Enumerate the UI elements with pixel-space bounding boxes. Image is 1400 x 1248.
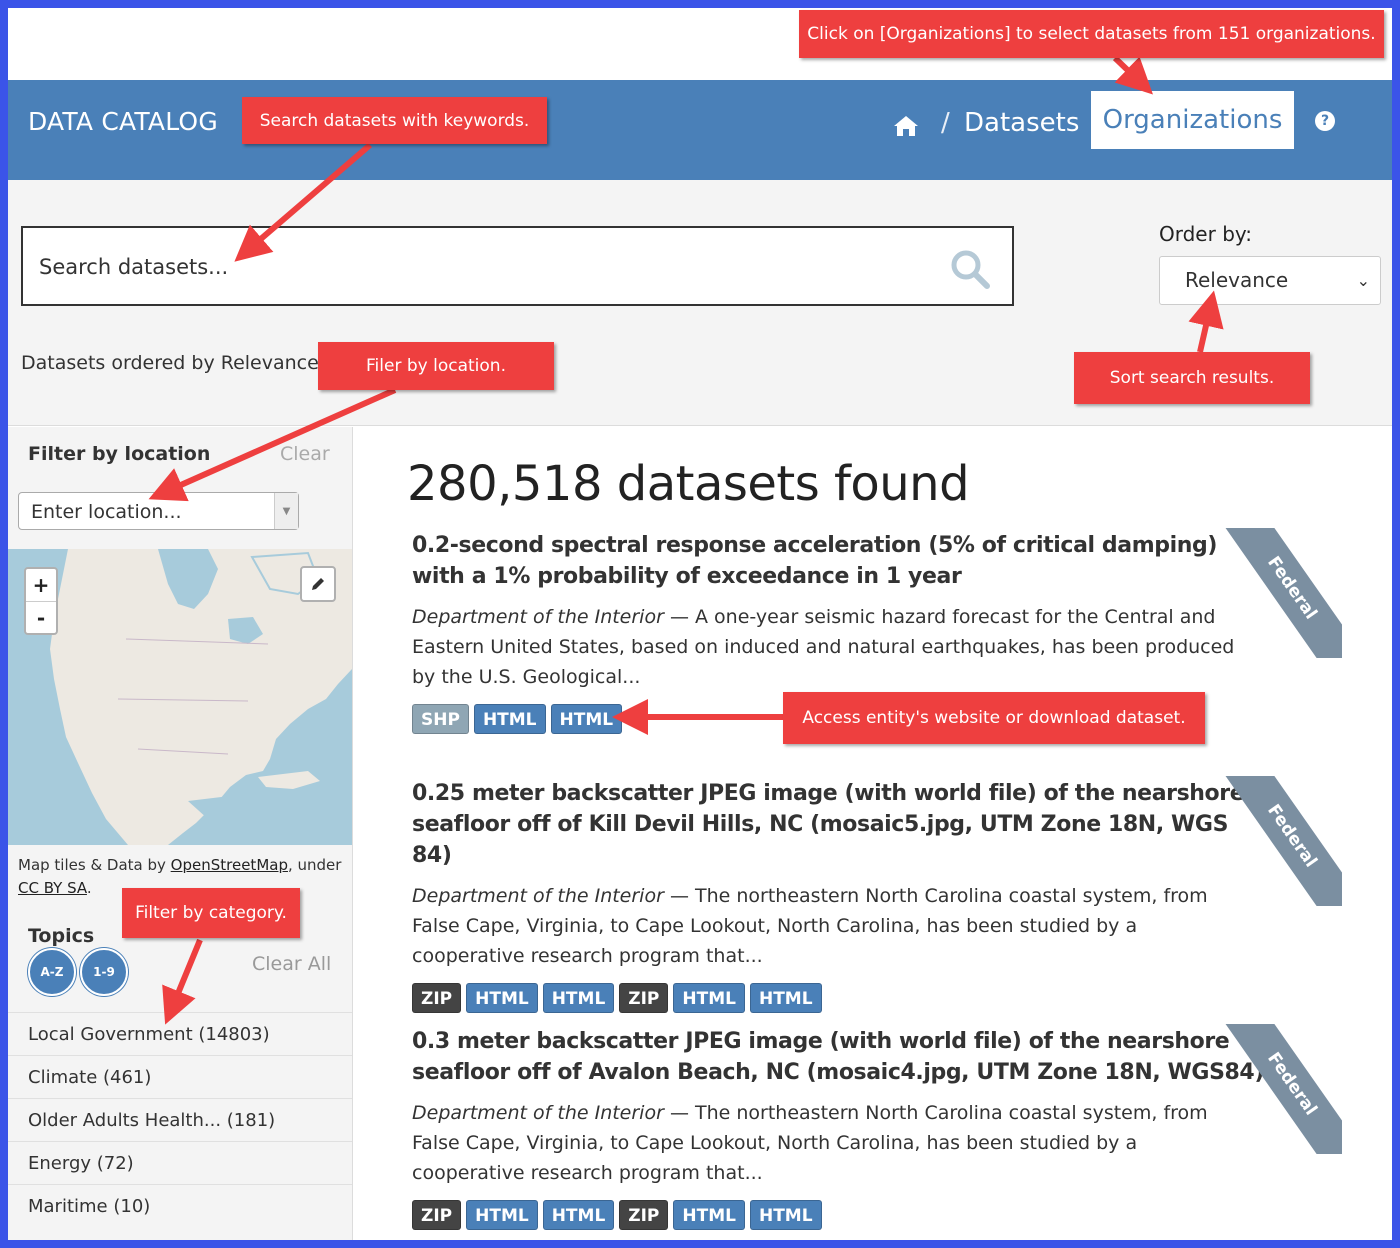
callout-location: Filer by location. — [318, 342, 554, 390]
annotation-arrows — [148, 55, 1224, 1025]
callout-category: Filter by category. — [122, 888, 300, 938]
callout-access: Access entity's website or download data… — [783, 692, 1205, 744]
callout-search: Search datasets with keywords. — [242, 97, 547, 144]
callout-organizations: Click on [Organizations] to select datas… — [799, 10, 1384, 58]
callout-sort: Sort search results. — [1074, 352, 1310, 404]
